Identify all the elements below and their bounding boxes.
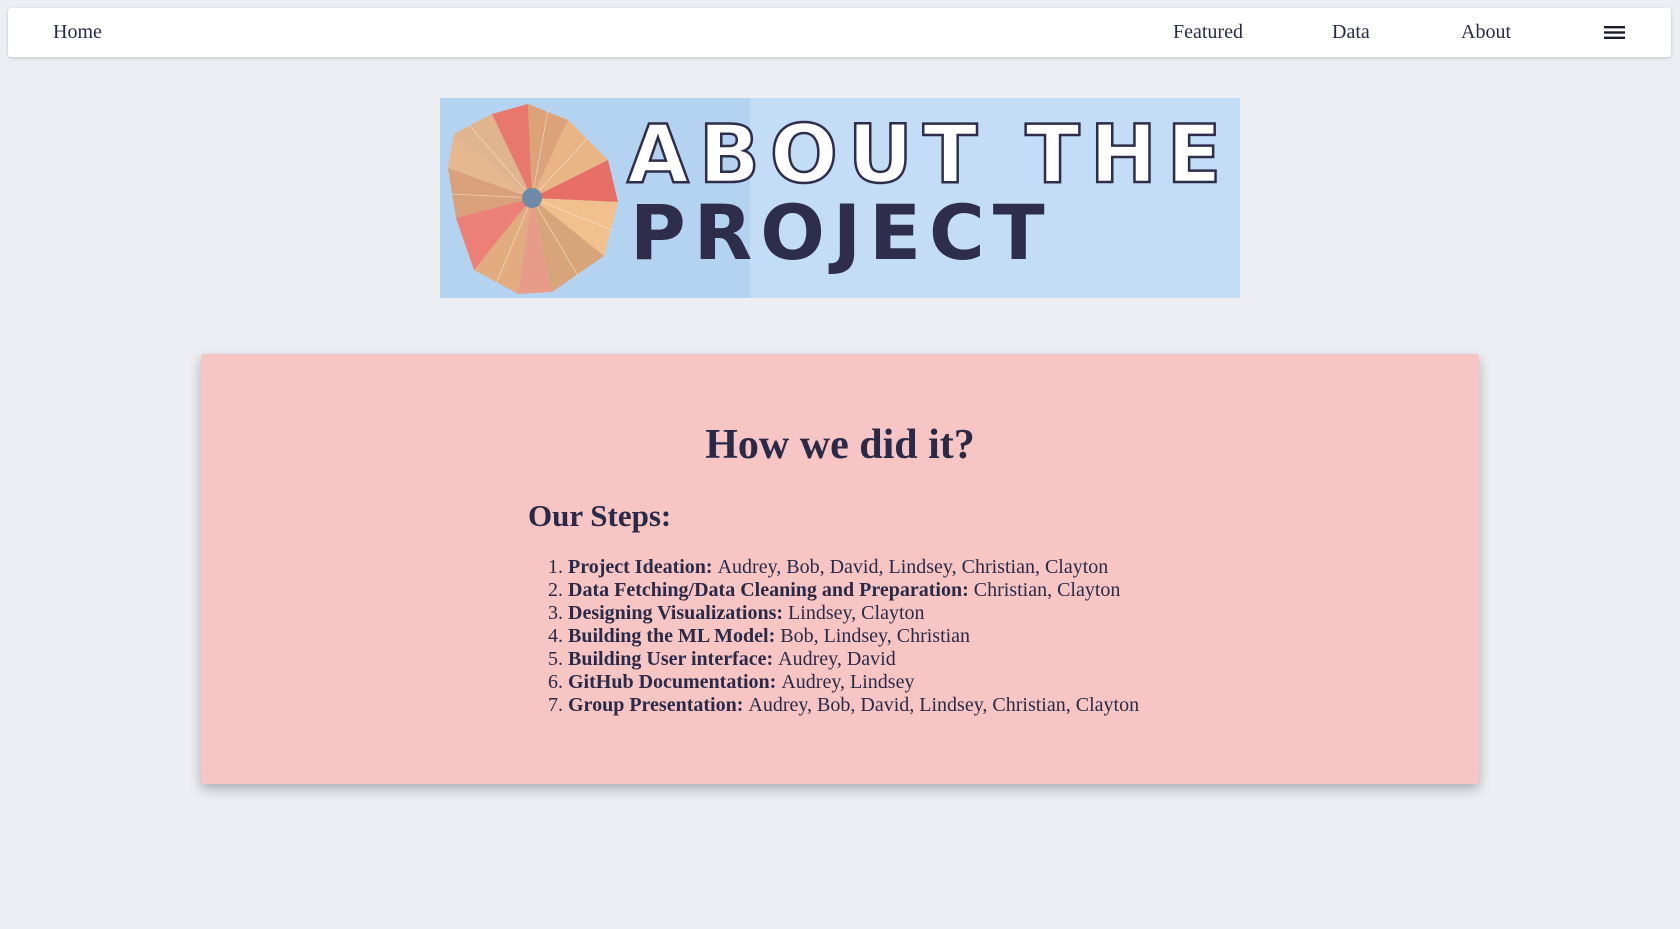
step-people: Bob, Lindsey, Christian: [780, 625, 971, 647]
step-number: 4.: [548, 625, 563, 647]
step-item: 6. GitHub Documentation: Audrey, Lindsey: [548, 671, 1139, 694]
step-item: 7. Group Presentation: Audrey, Bob, Davi…: [548, 694, 1140, 717]
step-item: 4. Building the ML Model: Bob, Lindsey, …: [548, 625, 1139, 648]
step-number: 6.: [548, 671, 563, 693]
step-label: Group Presentation:: [568, 694, 749, 716]
step-label: Data Fetching/Data Cleaning and Preparat…: [568, 579, 974, 601]
step-number: 2.: [548, 579, 563, 601]
step-people: Audrey, Bob, David, Lindsey, Christian, …: [717, 556, 1109, 578]
step-number: 5.: [548, 648, 563, 670]
step-label: Project Ideation:: [568, 556, 718, 578]
step-people: Audrey, Bob, David, Lindsey, Christian, …: [748, 694, 1140, 716]
step-item: 5. Building User interface: Audrey, Davi…: [548, 648, 1139, 671]
banner-title-line1: ABOUT THE: [626, 108, 1232, 201]
step-item: 2. Data Fetching/Data Cleaning and Prepa…: [548, 579, 1139, 602]
nav-featured-link[interactable]: Featured: [1173, 8, 1243, 57]
steps-heading: Our Steps:: [528, 498, 672, 533]
step-label: Building User interface:: [568, 648, 779, 670]
step-number: 3.: [548, 602, 563, 624]
step-item: 1. Project Ideation: Audrey, Bob, David,…: [548, 556, 1139, 579]
step-label: Building the ML Model:: [568, 625, 781, 647]
step-number: 7.: [548, 694, 563, 716]
steps-list: 1. Project Ideation: Audrey, Bob, David,…: [548, 556, 1140, 717]
step-label: Designing Visualizations:: [568, 602, 789, 624]
nav-home-link[interactable]: Home: [53, 8, 102, 57]
nav-about-link[interactable]: About: [1461, 8, 1511, 57]
step-people: Audrey, David: [778, 648, 896, 670]
navbar: Home Featured Data About: [8, 8, 1671, 57]
nav-data-link[interactable]: Data: [1332, 8, 1370, 57]
step-people: Audrey, Lindsey: [781, 671, 915, 693]
step-people: Christian, Clayton: [973, 579, 1121, 601]
project-steps-card: How we did it? Our Steps: 1. Project Ide…: [201, 354, 1479, 784]
step-number: 1.: [548, 556, 563, 578]
open-books-image: [448, 104, 618, 294]
step-item: 3. Designing Visualizations: Lindsey, Cl…: [548, 602, 1139, 625]
card-title: How we did it?: [705, 422, 975, 468]
step-label: GitHub Documentation:: [568, 671, 782, 693]
banner-title-line2: PROJECT: [630, 188, 1053, 277]
about-banner: ABOUT THE PROJECT: [440, 98, 1240, 298]
hamburger-menu-icon[interactable]: [1601, 22, 1628, 43]
step-people: Lindsey, Clayton: [788, 602, 925, 624]
